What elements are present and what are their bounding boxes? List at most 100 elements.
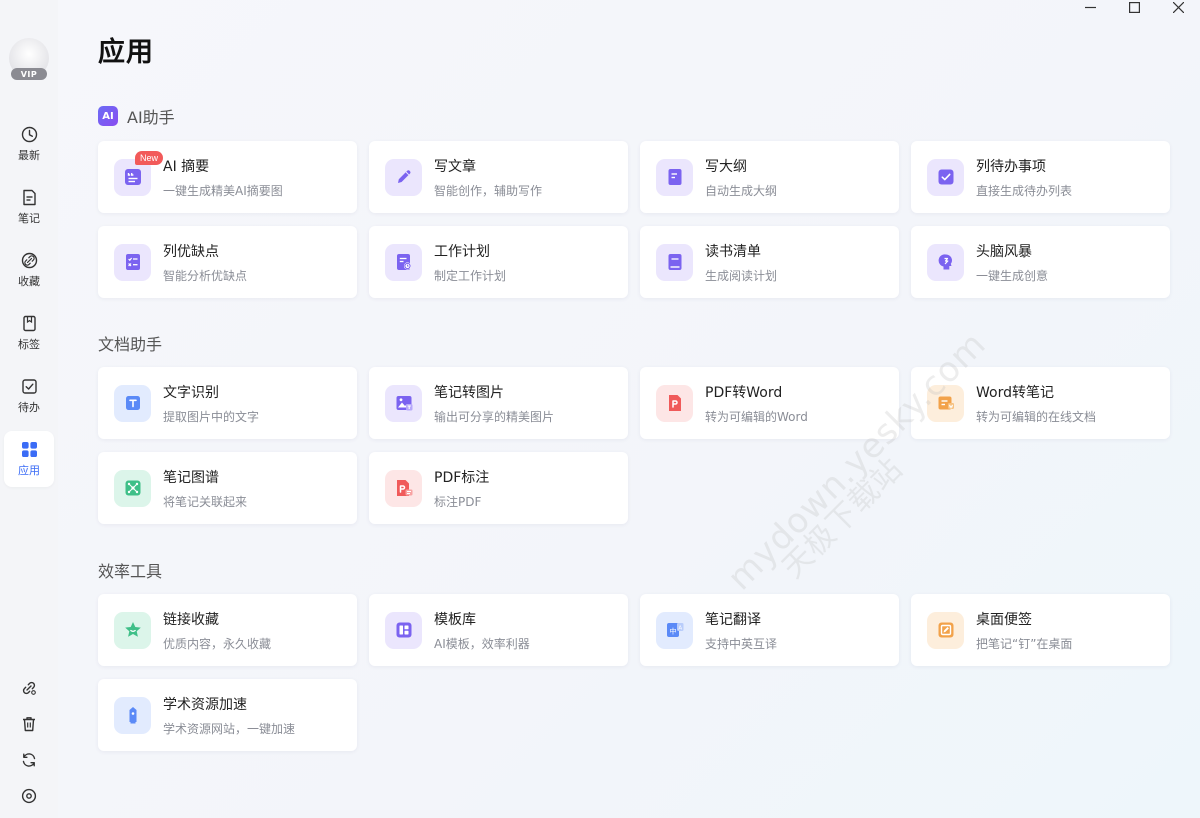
card-desc: 优质内容，永久收藏	[163, 636, 272, 651]
app-card-work-plan[interactable]: 工作计划 制定工作计划	[369, 226, 628, 298]
apps-grid-icon	[20, 441, 38, 459]
section-title-doc: 文档助手	[98, 331, 162, 355]
pros-cons-icon	[114, 243, 151, 281]
svg-text:中: 中	[669, 627, 676, 636]
ai-logo: AI	[98, 106, 118, 126]
pdf-icon	[656, 384, 693, 422]
checkbox-icon	[20, 378, 38, 396]
section-title-tools: 效率工具	[98, 558, 162, 582]
card-desc: 智能创作，辅助写作	[434, 183, 543, 198]
sidebar-item-favorites[interactable]: 收藏	[4, 242, 54, 298]
app-card-write-article[interactable]: 写文章 智能创作，辅助写作	[369, 141, 628, 213]
sidebar-item-tags[interactable]: 标签	[4, 305, 54, 361]
app-card-pdf-annotate[interactable]: PDF标注 标注PDF	[369, 452, 628, 524]
sidebar-item-apps[interactable]: 应用	[4, 431, 54, 487]
trash-icon[interactable]	[20, 715, 38, 733]
app-card-ocr[interactable]: 文字识别 提取图片中的文字	[98, 367, 357, 439]
card-title: 写文章	[434, 158, 476, 175]
sidebar-item-label: 笔记	[18, 211, 40, 225]
section-title-text: 文档助手	[98, 335, 163, 354]
vip-badge: VIP	[11, 68, 47, 80]
card-title: AI 摘要	[163, 158, 210, 175]
new-badge: New	[135, 150, 164, 165]
avatar[interactable]: VIP	[9, 38, 49, 80]
card-desc: 生成阅读计划	[705, 268, 778, 283]
card-desc: 提取图片中的文字	[163, 409, 260, 424]
sidebar-item-notes[interactable]: 笔记	[4, 179, 54, 235]
sidebar-nav: 最新 笔记 收藏 标签 待办 应用	[4, 116, 54, 494]
ai-assistant-grid: New AI 摘要 一键生成精美AI摘要图 写文章 智能创作，辅助写作 写大纲 …	[98, 141, 1170, 298]
card-title: 链接收藏	[163, 611, 219, 628]
sidebar-item-label: 应用	[18, 463, 40, 477]
card-desc: 转为可编辑的在线文档	[976, 409, 1097, 424]
app-card-academic-accelerate[interactable]: 学术资源加速 学术资源网站，一键加速	[98, 679, 357, 751]
page-title: 应用	[98, 37, 154, 68]
doc-assistant-grid: 文字识别 提取图片中的文字 笔记转图片 输出可分享的精美图片 PDF转Word …	[98, 367, 1170, 524]
sidebar-item-todo[interactable]: 待办	[4, 368, 54, 424]
section-title-text: 效率工具	[98, 562, 163, 581]
card-title: 模板库	[434, 611, 476, 628]
app-card-pros-cons[interactable]: 列优缺点 智能分析优缺点	[98, 226, 357, 298]
app-card-ai-summary[interactable]: New AI 摘要 一键生成精美AI摘要图	[98, 141, 357, 213]
sidebar-item-latest[interactable]: 最新	[4, 116, 54, 172]
card-title: 学术资源加速	[163, 696, 247, 713]
card-desc: 转为可编辑的Word	[705, 409, 808, 424]
card-desc: 将笔记关联起来	[163, 494, 248, 509]
app-card-note-translate[interactable]: 中A 笔记翻译 支持中英互译	[640, 594, 899, 666]
pdf-annotate-icon	[385, 469, 422, 507]
plan-doc-icon	[385, 243, 422, 281]
card-desc: AI模板，效率利器	[434, 636, 530, 651]
quote-doc-icon: New	[114, 150, 164, 196]
app-card-desktop-sticky[interactable]: 桌面便签 把笔记“钉”在桌面	[911, 594, 1170, 666]
card-desc: 智能分析优缺点	[163, 268, 248, 283]
card-desc: 一键生成创意	[976, 268, 1049, 283]
main-content: 应用 AI AI助手 New AI 摘要 一键生成精美AI摘要图 写文章 智能创…	[98, 0, 1178, 818]
card-title: 笔记翻译	[705, 611, 761, 628]
card-desc: 把笔记“钉”在桌面	[976, 636, 1073, 651]
card-desc: 一键生成精美AI摘要图	[163, 183, 283, 198]
app-card-write-outline[interactable]: 写大纲 自动生成大纲	[640, 141, 899, 213]
app-card-template-library[interactable]: 模板库 AI模板，效率利器	[369, 594, 628, 666]
academic-icon	[114, 696, 151, 734]
card-desc: 支持中英互译	[705, 636, 778, 651]
app-card-note-to-image[interactable]: 笔记转图片 输出可分享的精美图片	[369, 367, 628, 439]
card-title: 列待办事项	[976, 158, 1046, 175]
link-icon	[20, 252, 38, 270]
card-title: 工作计划	[434, 243, 490, 260]
card-title: 笔记转图片	[434, 384, 504, 401]
card-title: 头脑风暴	[976, 243, 1032, 260]
sticky-note-icon	[927, 611, 964, 649]
template-icon	[385, 611, 422, 649]
card-title: PDF转Word	[705, 384, 783, 401]
clock-icon	[20, 126, 38, 144]
app-card-todo-list[interactable]: 列待办事项 直接生成待办列表	[911, 141, 1170, 213]
section-title-ai: AI AI助手	[98, 104, 175, 128]
sidebar-item-label: 收藏	[18, 274, 40, 288]
link-settings-icon[interactable]	[20, 679, 38, 697]
card-desc: 制定工作计划	[434, 268, 507, 283]
app-card-link-collect[interactable]: 链接收藏 优质内容，永久收藏	[98, 594, 357, 666]
ocr-icon	[114, 384, 151, 422]
card-desc: 标注PDF	[434, 494, 482, 509]
card-desc: 自动生成大纲	[705, 183, 778, 198]
app-card-brainstorm[interactable]: 头脑风暴 一键生成创意	[911, 226, 1170, 298]
card-title: Word转笔记	[976, 384, 1054, 401]
note-icon	[20, 189, 38, 207]
card-title: 桌面便签	[976, 611, 1032, 628]
book-icon	[656, 243, 693, 281]
sidebar-item-label: 标签	[18, 337, 40, 351]
app-card-note-graph[interactable]: 笔记图谱 将笔记关联起来	[98, 452, 357, 524]
sync-icon[interactable]	[20, 751, 38, 769]
sidebar-bottom	[0, 670, 58, 814]
app-card-reading-list[interactable]: 读书清单 生成阅读计划	[640, 226, 899, 298]
pencil-icon	[385, 158, 422, 196]
sidebar-item-label: 待办	[18, 400, 40, 414]
sidebar-item-label: 最新	[18, 148, 40, 162]
brain-icon	[927, 243, 964, 281]
sidebar: VIP 最新 笔记 收藏 标签 待办 应用	[0, 0, 58, 818]
image-icon	[385, 384, 422, 422]
settings-icon[interactable]	[20, 787, 38, 805]
star-icon	[114, 611, 151, 649]
translate-icon: 中A	[656, 611, 693, 649]
efficiency-tools-grid: 链接收藏 优质内容，永久收藏 模板库 AI模板，效率利器 中A 笔记翻译 支持中…	[98, 594, 1170, 751]
